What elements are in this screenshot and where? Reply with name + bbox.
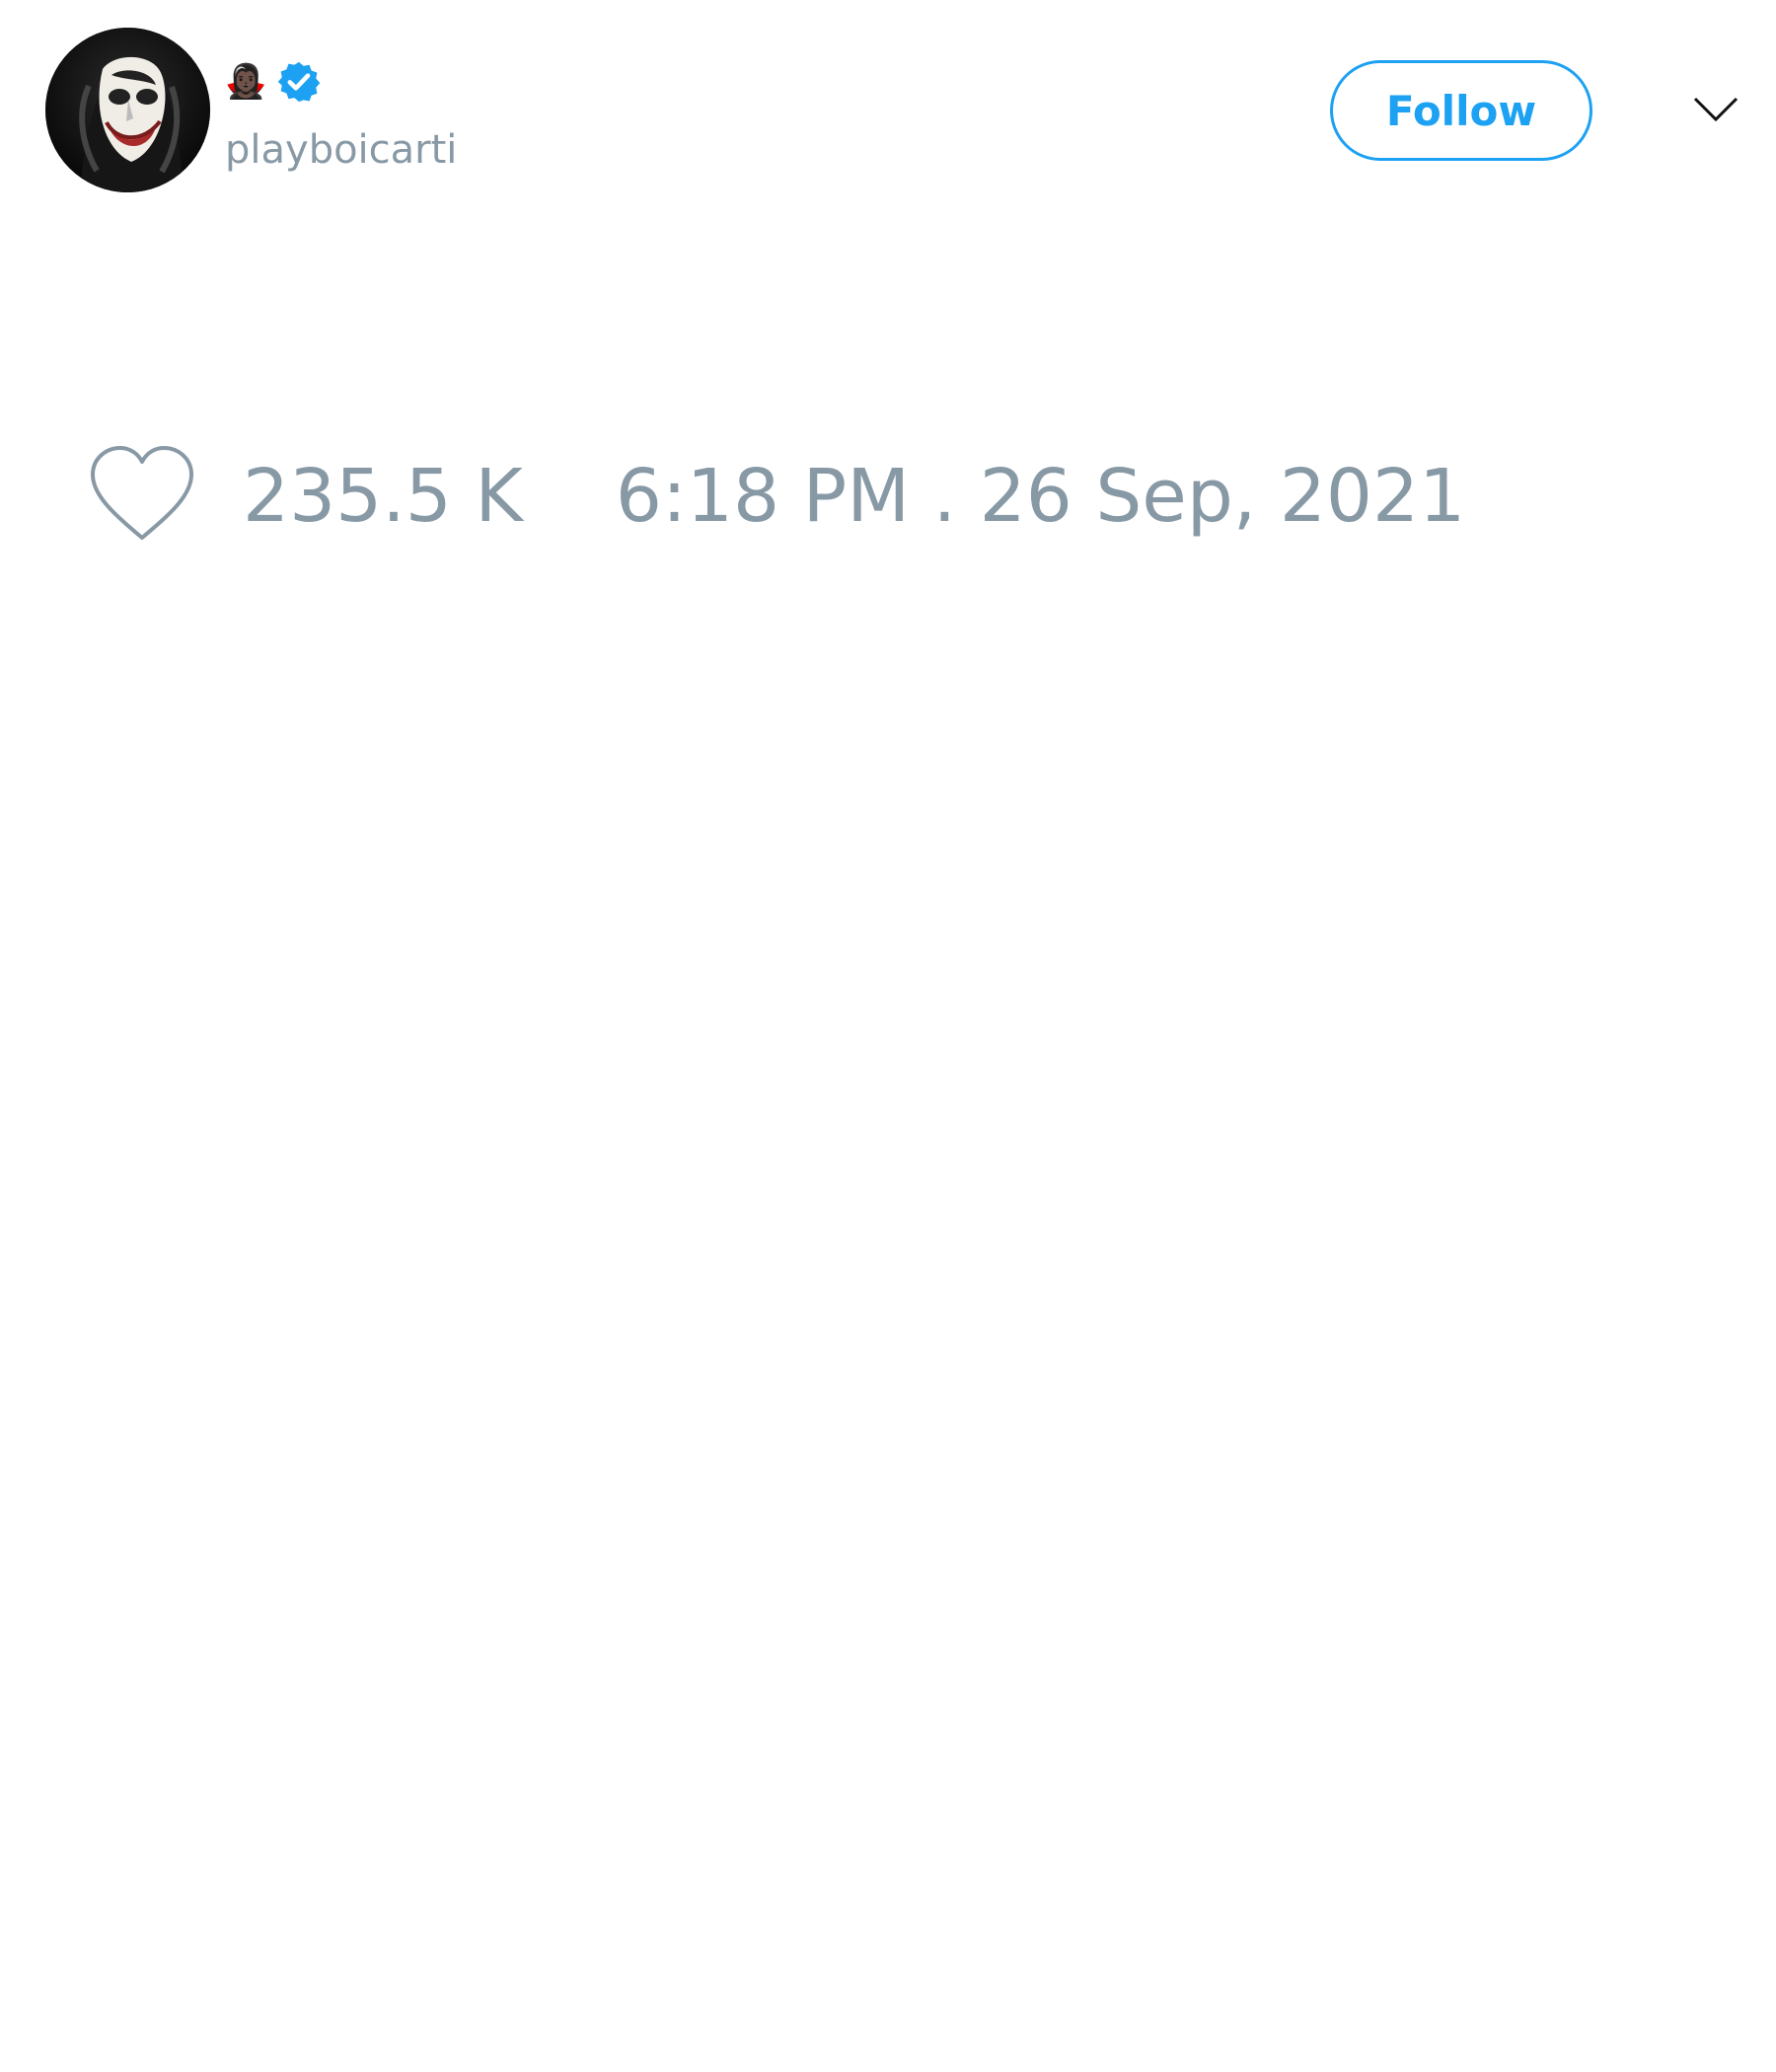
follow-button[interactable]: Follow	[1330, 60, 1592, 161]
avatar[interactable]	[45, 28, 210, 192]
tweet-menu-button[interactable]	[1691, 89, 1740, 128]
like-count: 235.5 K	[243, 454, 523, 539]
tweet-meta-row: 235.5 K 6:18 PM . 26 Sep, 2021	[87, 442, 1465, 551]
author-handle[interactable]: playboicarti	[225, 126, 457, 174]
tweet-header: 🧛🏿‍♀️ playboicarti Follow	[0, 0, 1776, 217]
author-name-row: 🧛🏿‍♀️	[225, 57, 322, 107]
avatar-image	[45, 28, 210, 192]
tweet-card: 🧛🏿‍♀️ playboicarti Follow 235.5 K 6:18 P…	[0, 0, 1776, 2072]
display-name[interactable]: 🧛🏿‍♀️	[225, 62, 266, 102]
like-button[interactable]	[87, 445, 197, 548]
tweet-timestamp[interactable]: 6:18 PM . 26 Sep, 2021	[616, 452, 1465, 541]
verified-badge-icon	[276, 59, 322, 105]
chevron-down-icon	[1693, 97, 1739, 122]
heart-outline-icon	[91, 446, 193, 540]
